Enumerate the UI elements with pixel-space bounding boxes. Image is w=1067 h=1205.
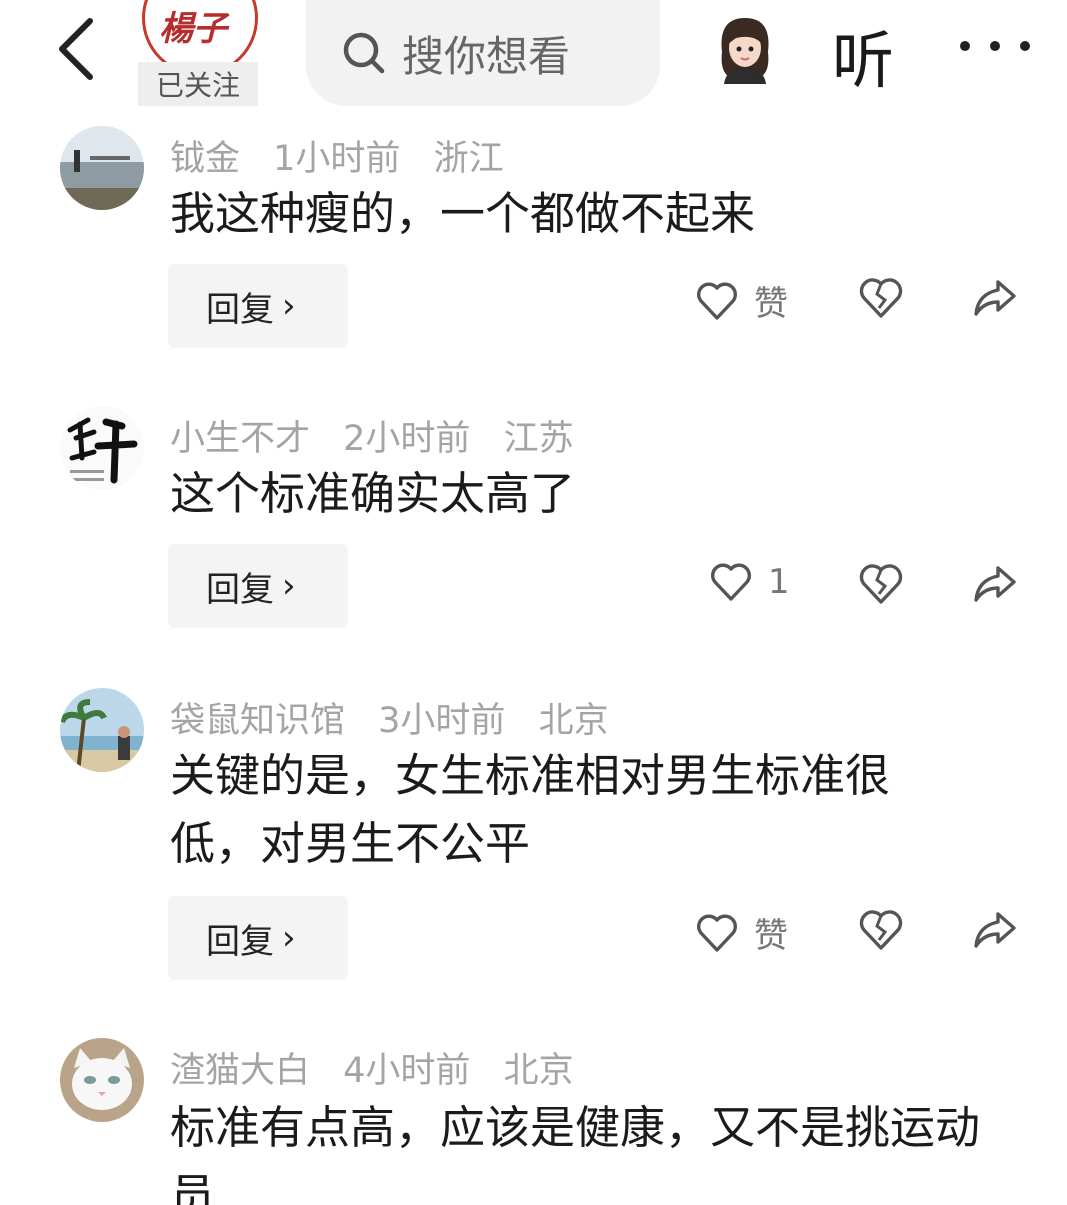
share-arrow-icon bbox=[974, 280, 1016, 316]
comment-meta: 小生不才 2小时前 江苏 bbox=[170, 410, 596, 461]
comment-actions: 赞 bbox=[0, 276, 1067, 336]
top-bar: 楊子 已关注 搜你想看 听 bbox=[0, 0, 1067, 112]
heart-icon bbox=[697, 282, 737, 320]
comment-text: 这个标准确实太高了 bbox=[170, 467, 576, 520]
like-button[interactable]: 1 bbox=[710, 562, 790, 602]
share-button[interactable] bbox=[972, 562, 1018, 610]
beach-photo-icon bbox=[60, 688, 144, 772]
comment-username[interactable]: 渣猫大白 bbox=[170, 1051, 310, 1091]
comment-text: 我这种瘦的，一个都做不起来 bbox=[170, 187, 756, 240]
share-button[interactable] bbox=[972, 276, 1018, 324]
dislike-button[interactable] bbox=[858, 562, 904, 610]
share-arrow-icon bbox=[974, 912, 1016, 948]
broken-heart-icon bbox=[859, 910, 903, 950]
commenter-avatar[interactable] bbox=[60, 688, 144, 772]
comment-username[interactable]: 袋鼠知识馆 bbox=[170, 701, 345, 741]
like-count: 赞 bbox=[754, 284, 788, 324]
broken-heart-icon bbox=[859, 278, 903, 318]
user-avatar[interactable] bbox=[712, 12, 778, 84]
follow-status-badge[interactable]: 已关注 bbox=[138, 62, 258, 106]
comment-time: 4小时前 bbox=[343, 1051, 471, 1091]
commenter-avatar[interactable] bbox=[60, 126, 144, 210]
comment-location: 北京 bbox=[538, 701, 609, 741]
comment-text: 关键的是，女生标准相对男生标准很低，对男生不公平 bbox=[170, 749, 891, 870]
more-dot-icon bbox=[990, 41, 1000, 51]
comment-location: 北京 bbox=[503, 1051, 574, 1091]
like-button[interactable]: 赞 bbox=[696, 908, 788, 957]
like-button[interactable]: 赞 bbox=[696, 276, 788, 325]
comment-location: 浙江 bbox=[433, 139, 504, 179]
comment-meta: 袋鼠知识馆 3小时前 北京 bbox=[170, 692, 631, 743]
dislike-button[interactable] bbox=[858, 276, 904, 324]
comment-location: 江苏 bbox=[503, 419, 574, 459]
commenter-avatar[interactable] bbox=[60, 406, 144, 490]
more-options-button[interactable] bbox=[960, 16, 1030, 76]
listen-button[interactable]: 听 bbox=[832, 10, 894, 100]
share-button[interactable] bbox=[972, 908, 1018, 956]
search-placeholder: 搜你想看 bbox=[402, 31, 571, 81]
broken-heart-icon bbox=[859, 564, 903, 604]
chevron-left-icon bbox=[59, 18, 93, 80]
share-arrow-icon bbox=[974, 566, 1016, 602]
author-logo-text: 楊子 bbox=[159, 9, 227, 49]
like-count: 1 bbox=[768, 562, 790, 602]
avatar-icon bbox=[721, 18, 769, 84]
more-dot-icon bbox=[1020, 41, 1030, 51]
search-icon bbox=[343, 32, 385, 74]
heart-icon bbox=[711, 563, 751, 601]
comment-username[interactable]: 小生不才 bbox=[170, 419, 310, 459]
comment-meta: 渣猫大白 4小时前 北京 bbox=[170, 1042, 596, 1093]
comment-time: 2小时前 bbox=[343, 419, 471, 459]
heart-icon bbox=[697, 914, 737, 952]
comment-actions: 赞 bbox=[0, 908, 1067, 968]
author-profile[interactable]: 楊子 已关注 bbox=[138, 0, 262, 108]
comment-time: 1小时前 bbox=[273, 139, 401, 179]
more-dot-icon bbox=[960, 41, 970, 51]
comment-meta: 钺金 1小时前 浙江 bbox=[170, 130, 526, 181]
comment-actions: 1 bbox=[0, 562, 1067, 622]
comment-time: 3小时前 bbox=[378, 701, 506, 741]
commenter-avatar[interactable] bbox=[60, 1038, 144, 1122]
like-count: 赞 bbox=[754, 916, 788, 956]
cat-photo-icon bbox=[60, 1038, 144, 1122]
comment-username[interactable]: 钺金 bbox=[170, 139, 240, 179]
calligraphy-avatar-icon bbox=[60, 406, 144, 490]
back-button[interactable] bbox=[48, 14, 104, 84]
search-bar[interactable]: 搜你想看 bbox=[306, 0, 660, 106]
dislike-button[interactable] bbox=[858, 908, 904, 956]
comment-text: 标准有点高，应该是健康，又不是挑运动员 bbox=[170, 1101, 981, 1205]
lake-photo-icon bbox=[60, 126, 144, 210]
